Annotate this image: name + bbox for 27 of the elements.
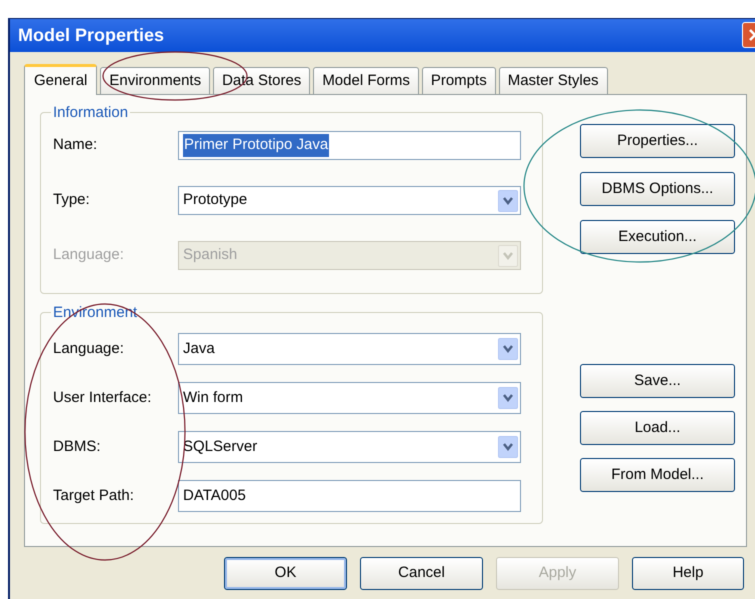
button[interactable]: DBMS Options... xyxy=(580,172,735,206)
field-label: Name: xyxy=(52,135,98,156)
tab[interactable]: Prompts xyxy=(422,67,496,94)
field-label: Language: xyxy=(52,338,125,359)
dropdown[interactable]: Java xyxy=(178,333,521,365)
field-label: User Interface: xyxy=(52,388,152,408)
field-label: Target Path: xyxy=(52,486,135,506)
dropdown[interactable]: Win form xyxy=(178,382,521,414)
tab[interactable]: General xyxy=(24,64,98,95)
field-label: DBMS: xyxy=(52,436,102,457)
button[interactable]: Help xyxy=(632,557,744,590)
tab[interactable]: Model Forms xyxy=(313,67,419,94)
tab[interactable]: Environments xyxy=(100,67,210,94)
field-label: Language: xyxy=(52,245,125,266)
button[interactable]: Execution... xyxy=(580,220,735,254)
window-title: Model Properties xyxy=(18,24,164,47)
text-field[interactable]: DATA005 xyxy=(178,480,521,512)
text-field[interactable]: Primer Prototipo Java xyxy=(178,131,521,160)
dropdown[interactable]: Prototype xyxy=(178,186,521,215)
field-label: Type: xyxy=(52,190,91,210)
tab[interactable]: Master Styles xyxy=(498,67,608,94)
button[interactable]: Load... xyxy=(580,411,735,445)
button[interactable]: OK xyxy=(224,557,347,590)
button[interactable]: Cancel xyxy=(360,557,483,590)
button[interactable]: From Model... xyxy=(580,458,735,492)
button[interactable]: Properties... xyxy=(580,124,735,158)
button[interactable]: Save... xyxy=(580,364,735,398)
